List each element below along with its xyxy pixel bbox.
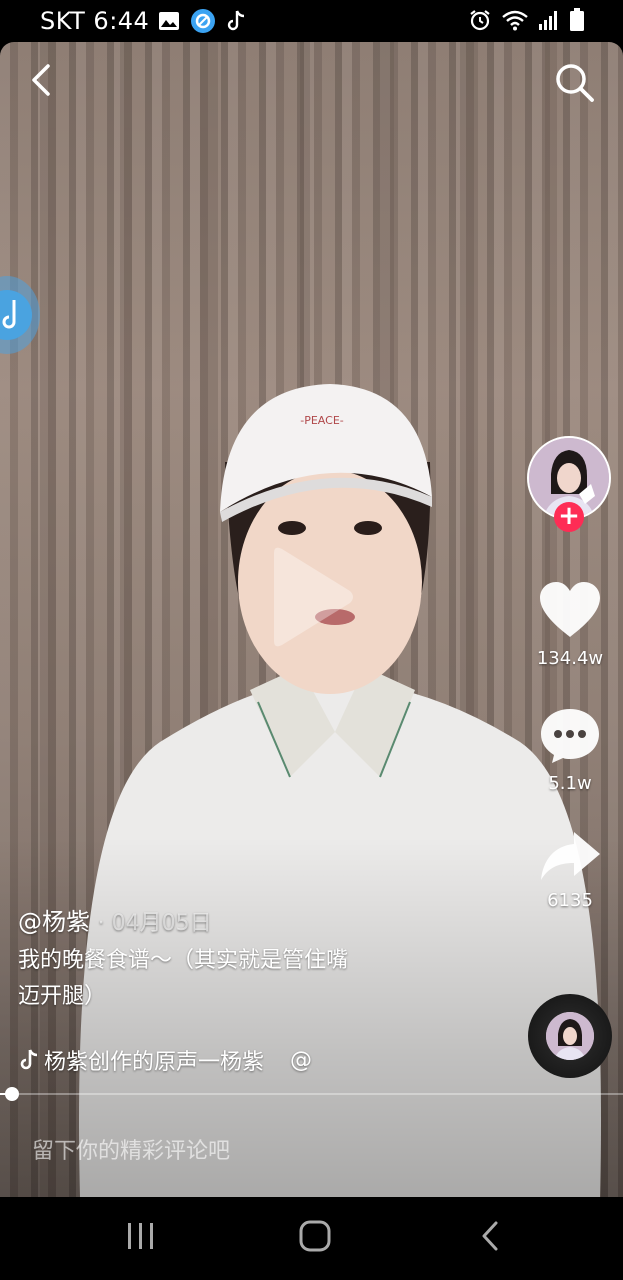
comment-button[interactable]: 5.1w (525, 705, 615, 794)
gallery-icon (159, 12, 179, 30)
music-note-icon (0, 290, 32, 340)
signal-icon (539, 11, 557, 30)
video-caption: @杨紫 · 04月05日 我的晚餐食谱～（其实就是管住嘴 迈开腿） (18, 902, 458, 1015)
comment-bubble-icon (541, 709, 599, 763)
tiktok-note-icon (20, 1049, 38, 1070)
disc-cover-art (546, 1012, 594, 1060)
heart-icon (540, 582, 600, 637)
author-name[interactable]: @杨紫 (18, 908, 90, 936)
comment-count: 5.1w (548, 773, 592, 794)
post-date: · 04月05日 (97, 911, 212, 936)
sound-title: 杨紫创作的原声一杨紫 (44, 1050, 265, 1075)
description-line-2: 迈开腿） (18, 984, 107, 1009)
status-bar: SKT 6:44 (0, 0, 623, 42)
share-count: 6135 (547, 890, 593, 911)
video-description: 我的晚餐食谱～（其实就是管住嘴 迈开腿） (18, 943, 458, 1015)
home-icon (299, 1220, 331, 1252)
system-nav-bar (0, 1197, 623, 1280)
video-progress-bar[interactable] (0, 1087, 623, 1101)
tiktok-note-icon (227, 10, 245, 31)
recents-button[interactable] (124, 1219, 158, 1257)
battery-icon (570, 8, 584, 31)
author-avatar-group[interactable]: + (527, 436, 611, 532)
follow-button[interactable]: + (554, 502, 584, 532)
description-line-1: 我的晚餐食谱～（其实就是管住嘴 (18, 948, 349, 973)
sound-info[interactable]: 杨紫创作的原声一杨紫 @ (18, 1044, 348, 1076)
disc-cover-image (546, 1012, 594, 1060)
screen: SKT 6:44 -PEACE- + 134.4w 5.1w 6135 @杨紫 … (0, 0, 623, 1280)
status-left-icons (158, 8, 246, 34)
floating-music-bubble[interactable] (0, 276, 40, 354)
clock: 6:44 (93, 7, 150, 35)
home-button[interactable] (298, 1219, 332, 1257)
system-back-icon (482, 1221, 498, 1251)
carrier-label: SKT (40, 7, 86, 35)
svg-text:-PEACE-: -PEACE- (300, 414, 344, 427)
search-icon (556, 64, 594, 102)
like-button[interactable]: 134.4w (525, 580, 615, 669)
comment-input-bar[interactable]: 留下你的精彩评论吧 (0, 1105, 623, 1197)
back-button[interactable] (22, 60, 62, 100)
play-icon[interactable] (266, 545, 356, 650)
status-carrier-time: SKT 6:44 (40, 7, 149, 35)
wifi-icon (502, 10, 528, 31)
share-button[interactable]: 6135 (525, 830, 615, 911)
system-back-button[interactable] (476, 1219, 506, 1257)
browser-app-icon (191, 9, 215, 33)
share-arrow-icon (541, 832, 600, 880)
like-count: 134.4w (536, 648, 604, 669)
music-disc[interactable] (528, 994, 612, 1078)
sound-mention: @ (290, 1047, 313, 1073)
comment-input[interactable]: 留下你的精彩评论吧 (32, 1133, 230, 1165)
author-line: @杨紫 · 04月05日 (18, 902, 458, 937)
alarm-icon (470, 10, 490, 31)
status-right-icons (468, 8, 585, 32)
search-button[interactable] (552, 60, 598, 106)
back-arrow-icon (32, 64, 50, 96)
recents-icon (128, 1223, 153, 1249)
